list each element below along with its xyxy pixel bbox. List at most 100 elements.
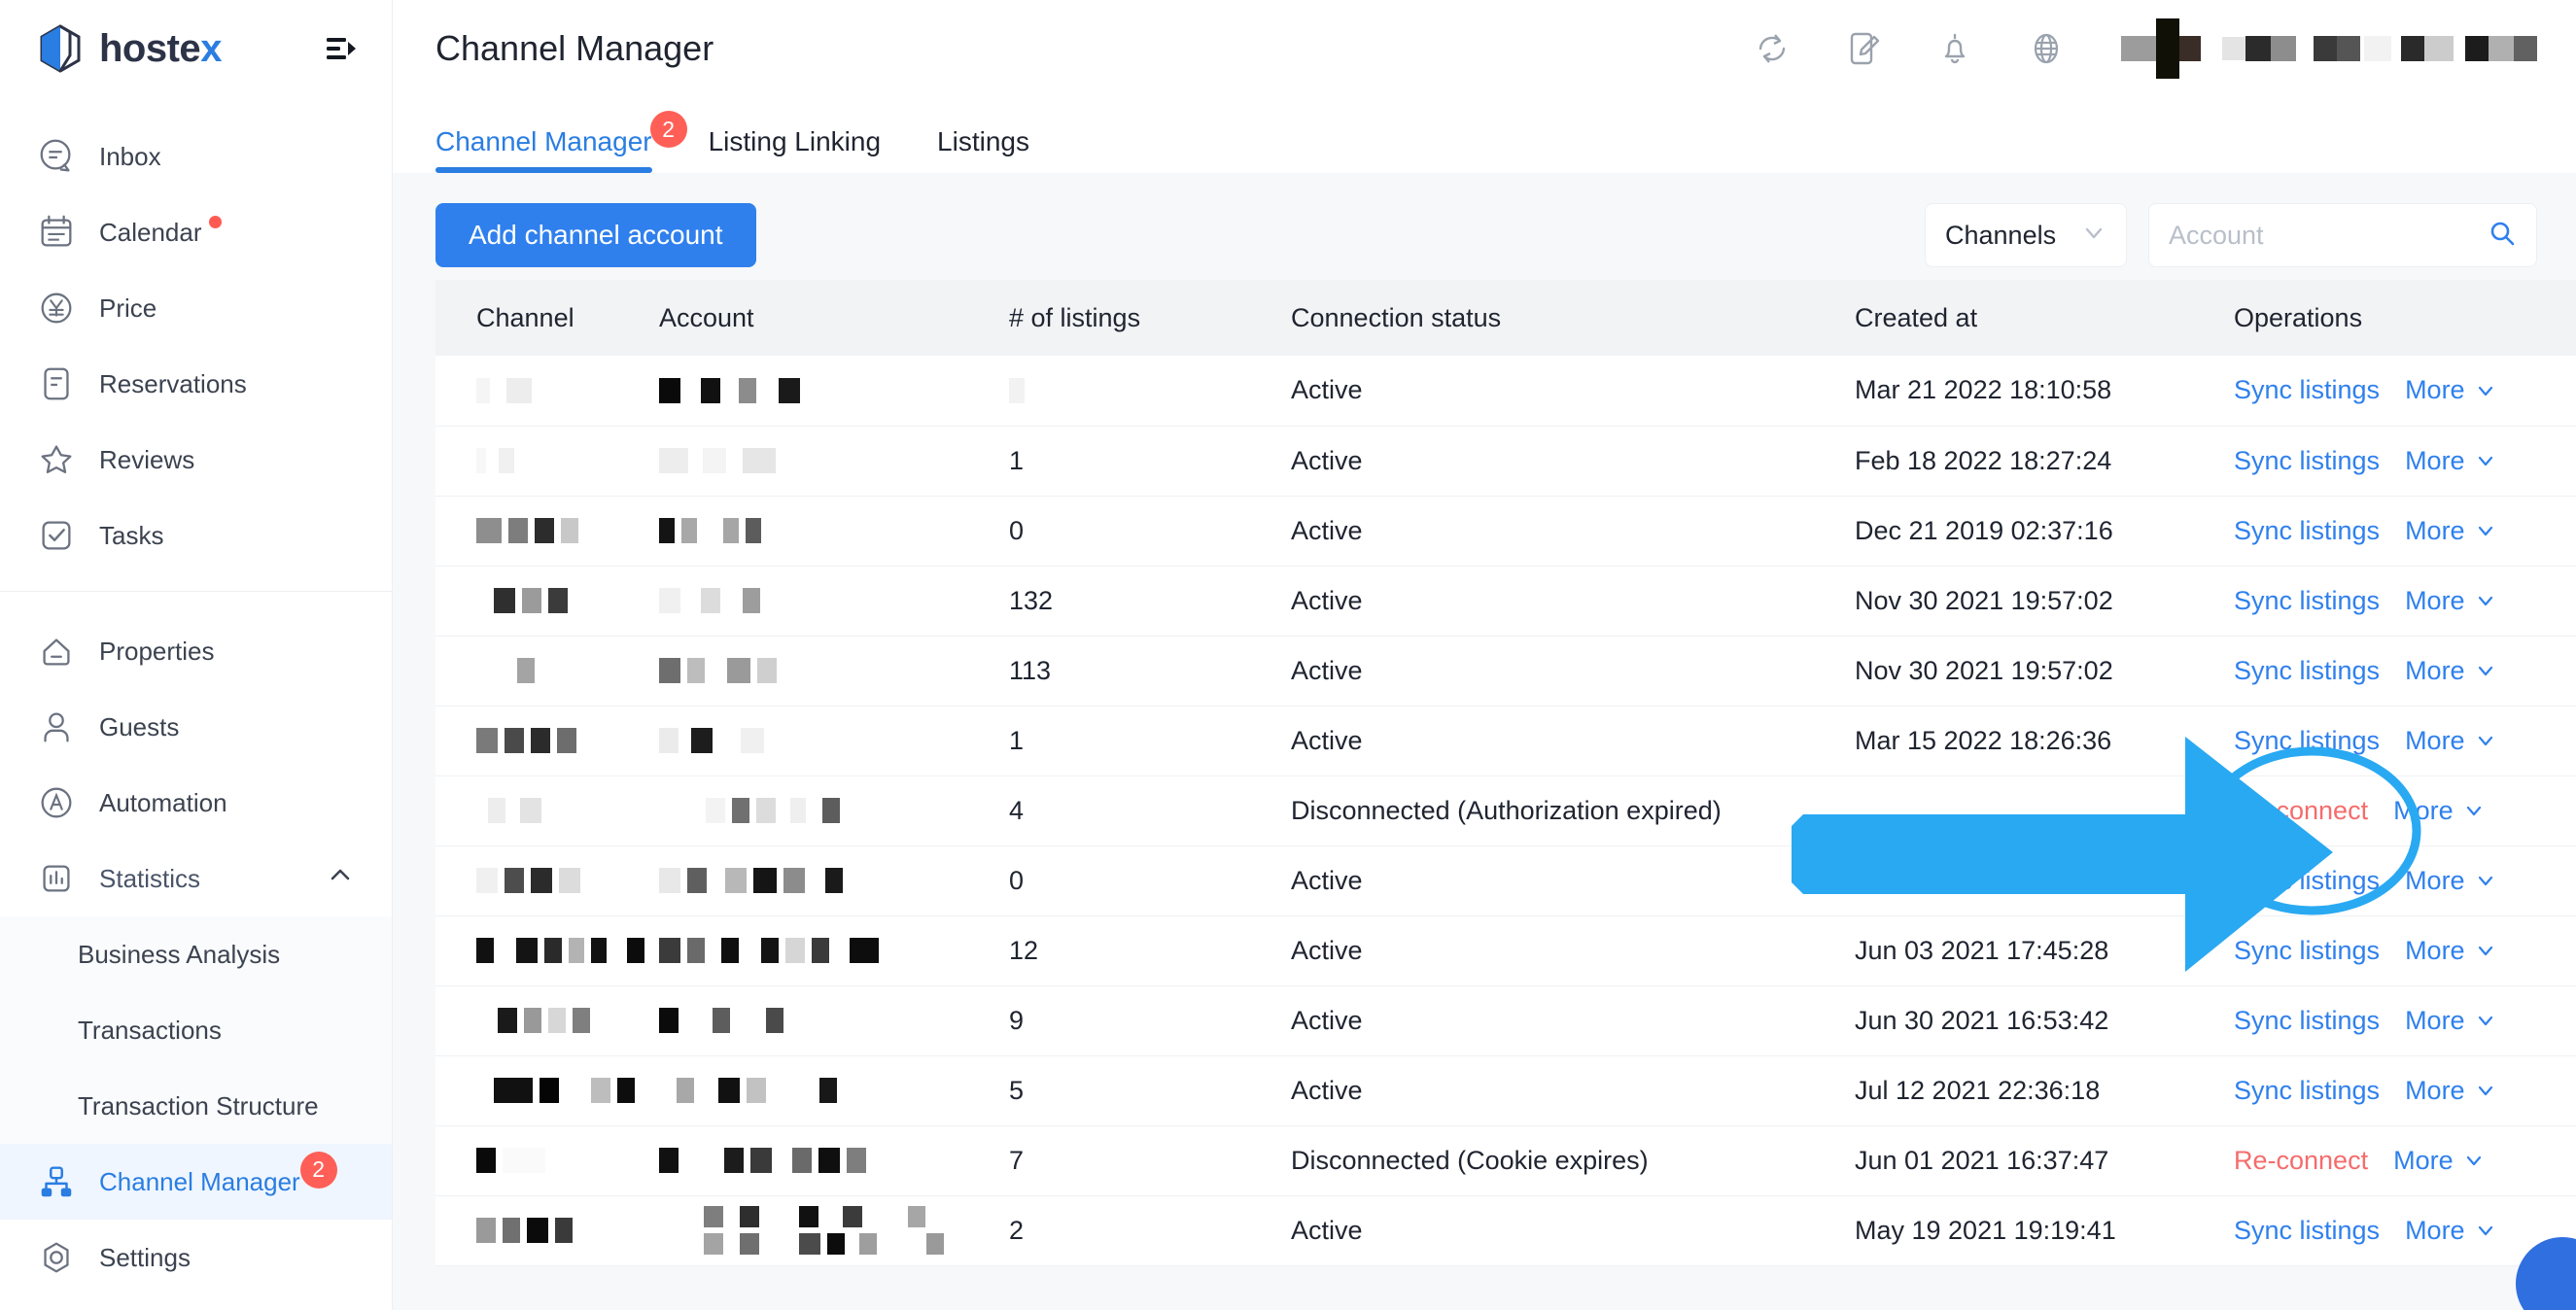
channels-select[interactable]: Channels [1925,203,2127,267]
topbar: Channel Manager [393,0,2576,97]
table-row[interactable]: 132 Active Nov 30 2021 19:57:02 Sync lis… [435,566,2576,637]
more-label: More [2393,795,2454,825]
table-row-disconnected[interactable]: 4 Disconnected (Authorization expired) R… [435,776,2576,846]
notification-bell-icon[interactable] [1934,28,1975,69]
table-row[interactable]: 113 Active Nov 30 2021 19:57:02 Sync lis… [435,636,2576,707]
sidebar-item-price[interactable]: Price [0,270,392,346]
sync-listings-link[interactable]: Sync listings [2234,656,2380,686]
table-row[interactable]: 5 Active Jul 12 2021 22:36:18 Sync listi… [435,1055,2576,1126]
sync-listings-link[interactable]: Sync listings [2234,1216,2380,1246]
more-dropdown[interactable]: More [2393,796,2485,826]
table-row[interactable]: 1 Active Feb 18 2022 18:27:24 Sync listi… [435,426,2576,497]
cell-created-at: Jun 01 2021 16:37:47 [1855,1125,2234,1196]
sync-listings-link[interactable]: Sync listings [2234,936,2380,966]
sidebar-item-channel-manager[interactable]: Channel Manager 2 [0,1144,392,1220]
language-globe-icon[interactable] [2026,28,2067,69]
cell-account [659,496,1009,567]
sync-listings-link[interactable]: Sync listings [2234,516,2380,546]
more-dropdown[interactable]: More [2405,586,2496,616]
cell-channel [435,915,659,986]
redaction-block [2465,36,2489,61]
cell-channel [435,1125,659,1196]
search-input[interactable] [2169,220,2488,251]
cell-operations: Sync listings More [2234,845,2576,916]
sidebar-subitem-label: Transaction Structure [78,1090,319,1120]
more-label: More [2405,1005,2465,1035]
more-dropdown[interactable]: More [2405,656,2496,686]
cell-operations: Sync listings More [2234,985,2576,1056]
sidebar-subitem-transaction-structure[interactable]: Transaction Structure [0,1068,392,1144]
table-row[interactable]: 1 Active Mar 15 2022 18:26:36 Sync listi… [435,706,2576,776]
sync-listings-link[interactable]: Sync listings [2234,586,2380,616]
sidebar-item-settings[interactable]: Settings [0,1220,392,1295]
more-dropdown[interactable]: More [2405,1006,2496,1036]
sidebar-item-reviews[interactable]: Reviews [0,422,392,498]
more-dropdown[interactable]: More [2405,1076,2496,1106]
redacted-account [659,376,1009,405]
more-dropdown[interactable]: More [2393,1146,2485,1176]
sidebar-item-guests[interactable]: Guests [0,689,392,765]
cell-status: Active [1291,915,1855,986]
sidebar-item-tasks[interactable]: Tasks [0,498,392,573]
table-row[interactable]: 2 Active May 19 2021 19:19:41 Sync listi… [435,1195,2576,1266]
redaction-block [2245,36,2271,61]
sync-listings-link[interactable]: Sync listings [2234,1006,2380,1036]
sidebar-item-calendar[interactable]: Calendar [0,194,392,270]
cell-channel [435,706,659,776]
sidebar-item-statistics[interactable]: Statistics [0,841,392,916]
cell-operations: Sync listings More [2234,915,2576,986]
edit-note-icon[interactable] [1843,28,1884,69]
more-dropdown[interactable]: More [2405,866,2496,896]
more-dropdown[interactable]: More [2405,516,2496,546]
tab-channel-manager[interactable]: Channel Manager 2 [435,111,687,173]
more-dropdown[interactable]: More [2405,936,2496,966]
table-row[interactable]: 9 Active Jun 30 2021 16:53:42 Sync listi… [435,985,2576,1056]
sync-listings-link[interactable]: Sync listings [2234,375,2380,405]
tab-listing-linking[interactable]: Listing Linking [709,128,881,173]
cell-created-at: Jun 15 2021 16:17:16 [1855,845,2234,916]
more-dropdown[interactable]: More [2405,375,2496,405]
sync-listings-link[interactable]: Sync listings [2234,726,2380,756]
sidebar-item-properties[interactable]: Properties [0,613,392,689]
sidebar-subitem-business-analysis[interactable]: Business Analysis [0,916,392,992]
more-label: More [2405,725,2465,755]
redaction-block [2401,36,2424,61]
table-row[interactable]: Active Mar 21 2022 18:10:58 Sync listing… [435,356,2576,427]
redaction-block [2514,36,2537,61]
sync-listings-link[interactable]: Sync listings [2234,446,2380,476]
chevron-up-icon[interactable] [328,863,353,895]
tab-listings[interactable]: Listings [937,128,1029,173]
sync-listings-link[interactable]: Sync listings [2234,1076,2380,1106]
more-dropdown[interactable]: More [2405,446,2496,476]
search-icon[interactable] [2488,219,2517,253]
cell-channel [435,356,659,427]
table-row[interactable]: 7 Disconnected (Cookie expires) Jun 01 2… [435,1125,2576,1196]
account-search-box[interactable] [2148,203,2537,267]
cell-channel [435,845,659,916]
collapse-sidebar-icon[interactable] [324,32,357,65]
sidebar-subitem-transactions[interactable]: Transactions [0,992,392,1068]
sidebar-item-inbox[interactable]: Inbox [0,119,392,194]
cell-listings: 7 [1009,1125,1291,1196]
sidebar-item-reservations[interactable]: Reservations [0,346,392,422]
sidebar-nav: Inbox Calendar Price Reservations Review… [0,97,392,1295]
sync-listings-link[interactable]: Sync listings [2234,866,2380,896]
table-row[interactable]: 12 Active Jun 03 2021 17:45:28 Sync list… [435,915,2576,986]
channel-manager-network-icon [35,1160,78,1203]
tab-label: Listings [937,126,1029,156]
tab-count-badge: 2 [649,111,687,148]
sync-refresh-icon[interactable] [1752,28,1793,69]
sidebar-item-automation[interactable]: Automation [0,765,392,841]
cell-channel [435,985,659,1056]
add-channel-account-button[interactable]: Add channel account [435,203,756,267]
more-dropdown[interactable]: More [2405,726,2496,756]
cell-created-at: Jun 30 2021 16:53:42 [1855,985,2234,1056]
more-label: More [2405,935,2465,965]
re-connect-link[interactable]: Re-connect [2234,796,2368,826]
more-dropdown[interactable]: More [2405,1216,2496,1246]
table-row[interactable]: 0 Active Jun 15 2021 16:17:16 Sync listi… [435,845,2576,916]
table-row[interactable]: 0 Active Dec 21 2019 02:37:16 Sync listi… [435,496,2576,567]
re-connect-link[interactable]: Re-connect [2234,1146,2368,1176]
app-root: hostex Inbox Calendar Price Reservations… [0,0,2576,1310]
user-account-redacted[interactable] [2121,18,2537,79]
